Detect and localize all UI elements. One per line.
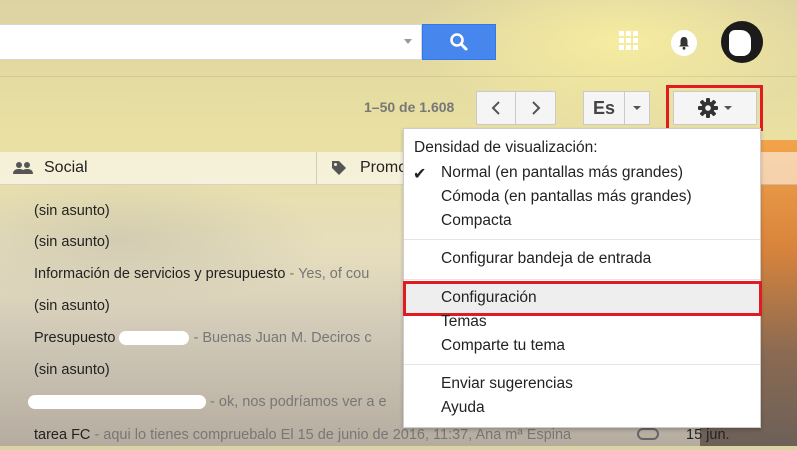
check-icon: ✔: [413, 166, 427, 183]
chevron-left-icon: [491, 101, 500, 115]
menu-item-share-theme[interactable]: Comparte tu tema: [441, 337, 565, 355]
prev-page-button[interactable]: [476, 91, 516, 125]
tab-promotions-label: Promo: [360, 159, 408, 176]
redacted-text: [119, 330, 190, 345]
email-subject: (sin asunto): [34, 297, 110, 314]
menu-item-density-comfortable[interactable]: Cómoda (en pantallas más grandes): [441, 188, 692, 206]
search-icon: [450, 33, 468, 51]
menu-divider: [404, 364, 760, 365]
menu-item-themes[interactable]: Temas: [441, 313, 487, 331]
email-subject: (sin asunto): [34, 233, 110, 250]
chevron-down-icon: [633, 106, 641, 110]
avatar-redaction: [729, 30, 751, 56]
email-subject: (sin asunto): [34, 361, 110, 378]
email-subject: Información de servicios y presupuesto -…: [34, 265, 370, 282]
input-tools-button[interactable]: Es: [583, 91, 625, 125]
density-header: Densidad de visualización:: [414, 139, 598, 156]
chevron-right-icon: [531, 101, 540, 115]
attachment-icon: [637, 428, 659, 440]
search-button[interactable]: [422, 24, 496, 60]
menu-item-density-normal[interactable]: Normal (en pantallas más grandes): [441, 164, 683, 182]
menu-item-send-feedback[interactable]: Enviar sugerencias: [441, 375, 573, 393]
next-page-button[interactable]: [516, 91, 556, 125]
menu-item-help[interactable]: Ayuda: [441, 399, 485, 417]
tab-social[interactable]: Social: [12, 152, 88, 184]
tab-social-label: Social: [44, 159, 88, 176]
header-divider: [0, 76, 797, 77]
tab-promotions[interactable]: Promo: [330, 152, 407, 184]
search-options-caret-icon[interactable]: [404, 39, 412, 44]
settings-highlight-box: [666, 85, 763, 131]
search-input[interactable]: [0, 24, 422, 60]
avatar[interactable]: [721, 21, 763, 63]
redacted-text: [28, 394, 206, 409]
email-subject: - ok, nos podríamos ver a e: [28, 394, 387, 410]
tag-icon: [332, 161, 346, 175]
input-tools-dropdown[interactable]: [625, 91, 650, 125]
menu-item-configure-inbox[interactable]: Configurar bandeja de entrada: [441, 250, 651, 268]
email-subject: Presupuesto - Buenas Juan M. Deciros c: [34, 329, 372, 346]
email-subject: tarea FC - aqui lo tienes compruebalo El…: [34, 426, 572, 443]
menu-divider: [404, 239, 760, 240]
menu-item-density-compact[interactable]: Compacta: [441, 212, 512, 230]
email-snippet: - Buenas Juan M. Deciros c: [189, 329, 372, 346]
notifications-button[interactable]: [671, 30, 697, 56]
email-snippet: - aqui lo tienes compruebalo El 15 de ju…: [90, 426, 572, 443]
tab-divider: [316, 152, 317, 184]
apps-grid-icon[interactable]: [619, 31, 639, 51]
people-icon: [13, 162, 33, 174]
email-snippet: - Yes, of cou: [285, 265, 370, 282]
pagination-count: 1–50 de 1.608: [364, 99, 455, 115]
email-subject: (sin asunto): [34, 202, 110, 219]
bell-icon: [679, 37, 689, 50]
menu-item-configuration[interactable]: Configuración: [441, 289, 537, 307]
email-date: 15 jun.: [686, 426, 730, 443]
menu-divider: [404, 279, 760, 280]
email-snippet: - ok, nos podríamos ver a e: [206, 393, 387, 410]
